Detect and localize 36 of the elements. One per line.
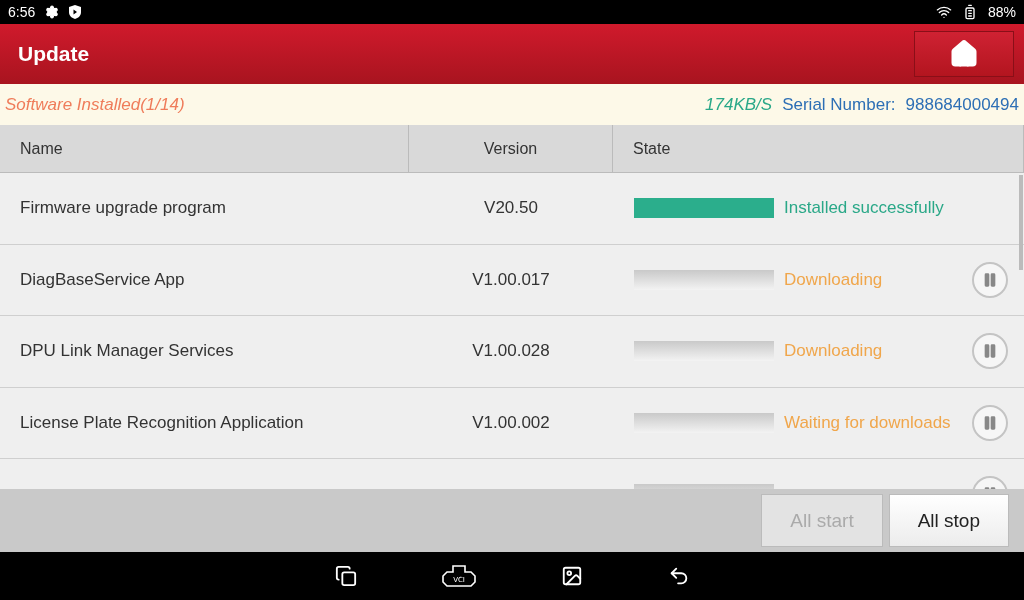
action-button[interactable]: All stop	[888, 494, 1009, 547]
pause-icon	[982, 271, 998, 288]
version-cell: V1.00.002	[472, 412, 550, 433]
gallery-button[interactable]	[560, 565, 583, 587]
state-text: Downloading	[784, 341, 884, 362]
name-cell-text: License Plate Recognition Application	[19, 412, 304, 433]
page-title: Update	[18, 42, 90, 66]
name-cell-text: Firmware upgrade program	[19, 198, 226, 219]
wifi-icon	[935, 4, 952, 20]
name-cell-text: DiagBaseService App	[19, 269, 185, 290]
version-cell: V1.00.017	[472, 269, 550, 290]
column-header: Name	[0, 125, 409, 172]
pause-icon	[982, 414, 998, 431]
name-cell-text: DPU Link Manager Services	[19, 341, 234, 362]
recent-apps-button[interactable]	[334, 565, 357, 587]
state-text: Installed successfully	[784, 198, 945, 219]
shield-icon	[69, 5, 82, 19]
state-text: Waiting for downloads	[784, 412, 952, 433]
column-header: Version	[409, 125, 613, 172]
serial-value: 988684000494	[905, 94, 1019, 115]
home-icon	[949, 39, 979, 69]
status-time: 6:56	[8, 4, 36, 20]
pause-icon	[982, 343, 998, 360]
version-cell: V1.00.028	[472, 341, 550, 362]
version-cell: V20.50	[484, 198, 538, 219]
download-speed: 174KB/S	[705, 94, 773, 115]
serial-label: Serial Number:	[782, 94, 896, 115]
battery-level: 88%	[987, 4, 1016, 20]
install-summary: Software Installed(1/14)	[5, 94, 185, 115]
state-text: Downloading	[784, 269, 884, 290]
pause-button[interactable]	[972, 261, 1008, 298]
pause-button[interactable]	[972, 404, 1008, 441]
home-button[interactable]	[914, 31, 1014, 77]
pause-button[interactable]	[972, 333, 1008, 370]
column-header: State	[613, 125, 1024, 172]
settings-icon	[45, 5, 60, 19]
